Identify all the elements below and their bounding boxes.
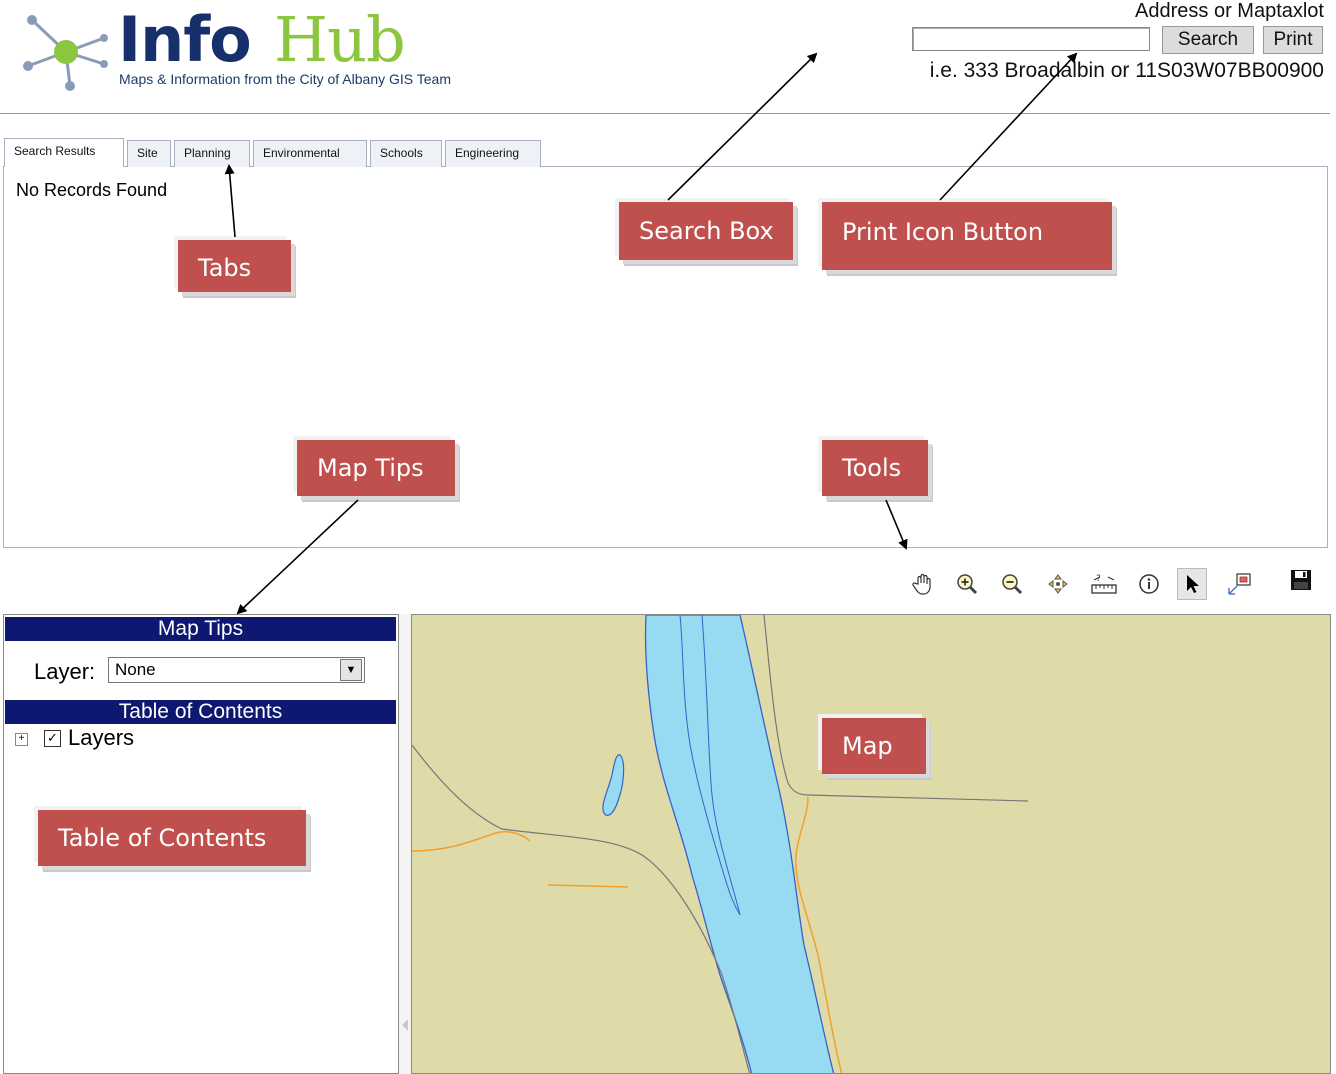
panel-splitter[interactable] xyxy=(399,614,411,1074)
tab-search-results[interactable]: Search Results xyxy=(4,138,124,167)
save-icon[interactable] xyxy=(1286,564,1316,596)
tab-planning[interactable]: Planning xyxy=(174,140,250,167)
no-records-message: No Records Found xyxy=(16,180,168,200)
expand-icon[interactable]: + xyxy=(15,733,28,746)
chevron-down-icon[interactable]: ▼ xyxy=(340,659,362,681)
callout-map-tips: Map Tips xyxy=(297,440,455,496)
measure-icon[interactable]: ? xyxy=(1089,568,1119,600)
zoom-out-icon[interactable] xyxy=(997,568,1027,600)
logo-info-text: Info xyxy=(118,3,252,76)
zoom-in-icon[interactable] xyxy=(952,568,982,600)
callout-tabs: Tabs xyxy=(178,240,291,292)
callout-print-icon: Print Icon Button xyxy=(822,202,1112,270)
logo-hub-text: Hub xyxy=(274,3,406,76)
tab-environmental[interactable]: Environmental xyxy=(253,140,367,167)
header-divider xyxy=(0,113,1330,114)
tab-site[interactable]: Site xyxy=(127,140,171,167)
tab-schools[interactable]: Schools xyxy=(370,140,442,167)
search-input[interactable] xyxy=(912,27,1150,51)
identify-icon[interactable] xyxy=(1134,568,1164,600)
toc-header: Table of Contents xyxy=(5,700,396,724)
callout-map: Map xyxy=(822,718,926,774)
callout-search-box: Search Box xyxy=(619,202,793,260)
search-button[interactable]: Search xyxy=(1162,26,1254,54)
print-button[interactable]: Print xyxy=(1263,26,1323,54)
map-tips-header: Map Tips xyxy=(5,617,396,641)
full-extent-icon[interactable] xyxy=(1043,568,1073,600)
callout-tools: Tools xyxy=(822,440,928,496)
tab-engineering[interactable]: Engineering xyxy=(445,140,541,167)
layer-label: Layer: xyxy=(34,659,96,684)
toc-layers-label: Layers xyxy=(68,725,135,750)
overview-map-icon[interactable] xyxy=(1224,568,1254,600)
map-canvas[interactable] xyxy=(412,615,1331,1074)
layers-checkbox[interactable]: ✓ xyxy=(44,730,61,747)
callout-toc: Table of Contents xyxy=(38,810,306,866)
logo-tagline: Maps & Information from the City of Alba… xyxy=(119,71,451,87)
pan-hand-icon[interactable] xyxy=(908,568,938,600)
map-view[interactable] xyxy=(411,614,1331,1074)
search-title: Address or Maptaxlot xyxy=(1135,0,1324,22)
search-hint: i.e. 333 Broadalbin or 11S03W07BB00900 xyxy=(929,59,1324,82)
layer-select[interactable]: None xyxy=(108,657,365,683)
infohub-logo-icon xyxy=(23,15,108,91)
select-arrow-icon[interactable] xyxy=(1177,568,1207,600)
